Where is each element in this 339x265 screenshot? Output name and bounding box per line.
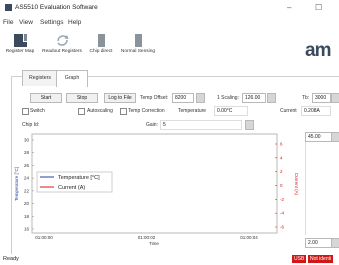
x-tick-label: 01:00:02 <box>138 235 156 240</box>
current-value: 0.208A <box>301 106 331 116</box>
gain-label: Gain: <box>146 122 158 128</box>
tb-label: Tb: <box>302 95 310 101</box>
chip-direct-label: Chip direct <box>89 49 113 54</box>
chip-icon <box>134 34 142 47</box>
temp-correction-label: Temp Correction <box>128 108 165 114</box>
y-right-tick-label: 4 <box>280 155 283 160</box>
y-right-tick-label: -6 <box>280 225 284 230</box>
temp-offset-label: Temp Offset: <box>140 95 169 101</box>
register-map-button[interactable]: Register Map <box>3 34 37 54</box>
y-left-tick-label: 28 <box>24 150 30 155</box>
minimize-button[interactable]: – <box>287 3 291 12</box>
autoscaling-label: Autoscaling <box>87 108 113 114</box>
register-map-label: Register Map <box>5 49 35 54</box>
y-axis-left-label: Temperature [°C] <box>14 167 19 201</box>
y-left-tick-label: 30 <box>24 138 30 143</box>
current-label: Current <box>280 108 297 114</box>
y-left-tick-label: 22 <box>24 188 30 193</box>
scaling-input[interactable]: 126.00 <box>242 93 266 103</box>
scale-track[interactable] <box>305 142 335 235</box>
scale-max-spinner[interactable] <box>331 132 339 142</box>
graph-chart: 3028262422201816 6420-2-4-6 01:00:00 01:0… <box>14 133 299 246</box>
temp-offset-input[interactable]: 8200 <box>172 93 194 103</box>
x-tick-label: 01:00:00 <box>35 235 53 240</box>
app-icon <box>5 4 12 11</box>
switch-label: Switch <box>30 108 45 114</box>
maximize-button[interactable]: ☐ <box>315 3 322 12</box>
switch-checkbox[interactable] <box>22 108 29 115</box>
identify-status-badge: Not identi <box>308 255 334 263</box>
y-right-tick-label: 6 <box>280 142 283 147</box>
x-tick-label: 01:00:04 <box>240 235 258 240</box>
menu-view[interactable]: View <box>19 19 33 26</box>
y-left-tick-label: 16 <box>24 227 30 232</box>
normal-sensing-label: Normal Sensing <box>120 49 156 54</box>
menu-help[interactable]: Help <box>68 19 81 26</box>
window-title: AS5510 Evaluation Software <box>15 4 98 11</box>
y-left-tick-label: 18 <box>24 214 30 219</box>
chip-direct-button[interactable]: Chip direct <box>87 34 115 54</box>
chip-id-label: Chip Id: <box>22 122 40 128</box>
y-right-tick-label: -2 <box>280 197 284 202</box>
y-left-tick-label: 26 <box>24 163 30 168</box>
tab-registers[interactable]: Registers <box>22 70 58 86</box>
normal-sensing-button[interactable]: Normal Sensing <box>118 34 158 54</box>
readout-registers-label: Readout Registers <box>42 49 82 54</box>
log-to-file-button[interactable]: Log to File <box>104 93 136 103</box>
y-axis-right-label: Current (A) <box>294 173 299 196</box>
temp-offset-spinner[interactable] <box>196 93 205 103</box>
chip-icon <box>97 34 105 47</box>
x-axis-label: Time <box>149 241 159 246</box>
legend-temperature: Temperature [°C] <box>58 175 100 181</box>
y-right-tick-label: 0 <box>280 183 283 188</box>
status-bar <box>0 254 339 265</box>
legend-current: Current (A) <box>58 185 85 191</box>
brand-logo: am <box>305 40 331 61</box>
temperature-label: Temperature <box>178 108 207 114</box>
scaling-label: 1 Scaling: <box>217 95 239 101</box>
y-right-tick-label: 2 <box>280 169 283 174</box>
autoscaling-checkbox[interactable] <box>78 108 85 115</box>
stop-button[interactable]: Stop <box>66 93 98 103</box>
status-text: Ready <box>3 256 19 262</box>
scale-min-spinner[interactable] <box>331 238 339 248</box>
menu-file[interactable]: File <box>3 19 13 26</box>
gain-select[interactable]: 5 <box>160 120 242 130</box>
tb-input[interactable]: 3000 <box>312 93 331 103</box>
grid-icon <box>13 34 27 47</box>
y-left-tick-label: 20 <box>24 201 30 206</box>
tab-graph[interactable]: Graph <box>56 70 88 87</box>
menu-settings[interactable]: Settings <box>40 19 64 26</box>
start-button[interactable]: Start <box>30 93 62 103</box>
temp-correction-checkbox[interactable] <box>120 108 127 115</box>
y-right-tick-label: -4 <box>280 211 284 216</box>
temperature-value: 0.00°C <box>214 106 248 116</box>
readout-registers-button[interactable]: Readout Registers <box>40 34 84 54</box>
tb-spinner[interactable] <box>331 93 339 103</box>
y-left-tick-label: 24 <box>24 176 30 181</box>
gain-dropdown-icon[interactable] <box>245 120 254 130</box>
scaling-spinner[interactable] <box>267 93 276 103</box>
usb-badge: USB <box>292 255 307 263</box>
refresh-icon <box>56 34 69 47</box>
